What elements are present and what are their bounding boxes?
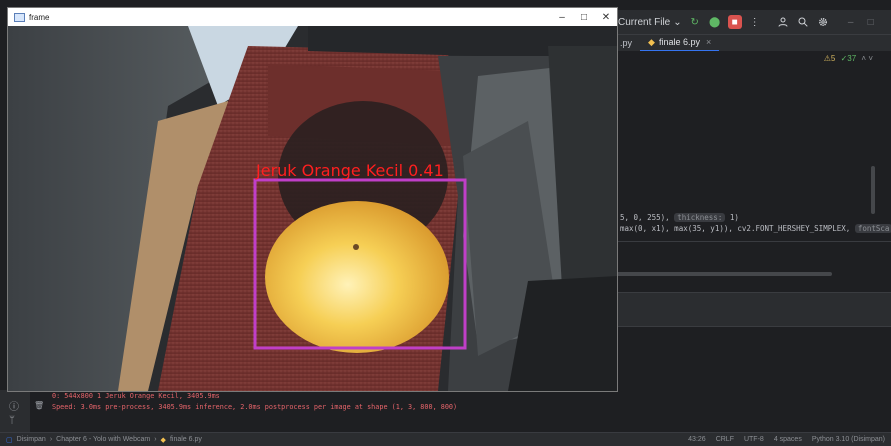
left-tool-strip: ⓘ ᛘ — [0, 390, 30, 432]
window-minimize-icon[interactable]: – — [844, 15, 858, 29]
line-separator[interactable]: CRLF — [716, 436, 734, 443]
tab-finale-6[interactable]: ◆ finale 6.py × — [640, 34, 720, 52]
python-file-icon: ◆ — [648, 36, 655, 47]
caret-position[interactable]: 43:26 — [688, 436, 706, 443]
breadcrumb-item[interactable]: finale 6.py — [170, 436, 202, 443]
warning-count: ⚠5 — [823, 54, 836, 63]
inlay-hint: thickness: — [674, 213, 726, 222]
status-widgets: 43:26 CRLF UTF-8 4 spaces Python 3.10 (D… — [688, 436, 885, 443]
rerun-icon[interactable]: ↻ — [688, 15, 702, 29]
inlay-hint: fontSca — [854, 224, 891, 233]
minimize-button[interactable]: – — [551, 12, 573, 23]
code-text: 1) — [729, 213, 739, 222]
window-maximize-icon[interactable]: □ — [864, 15, 878, 29]
python-file-icon: ◆ — [160, 436, 166, 444]
run-config-label: Current File — [618, 16, 671, 28]
ide-toolbar: Current File ⌄ ↻ ⬤ ■ ⋮ – □ — [612, 10, 891, 34]
chevron-down-icon: ⌄ — [673, 16, 682, 28]
problems-icon[interactable]: ⓘ — [9, 398, 19, 413]
breadcrumb-item[interactable]: Chapter 6 - Yolo with Webcam — [56, 436, 150, 443]
run-panel-toolbar — [612, 310, 891, 327]
code-editor[interactable]: ⚠5 ✓37 ˄ ˅ 5, 0, 255), thickness: 1) max… — [612, 51, 891, 276]
code-text: 5, 0, 255), — [620, 213, 670, 222]
user-icon[interactable] — [776, 15, 790, 29]
run-panel-header — [612, 292, 891, 311]
chevron-right-icon: › — [49, 436, 53, 443]
indent-setting[interactable]: 4 spaces — [774, 436, 802, 443]
chevron-right-icon: › — [154, 436, 157, 443]
window-controls: – □ ✕ — [551, 12, 617, 23]
more-actions-icon[interactable]: ⋮ — [748, 15, 762, 29]
editor-vertical-scrollbar[interactable] — [871, 166, 875, 214]
inspection-widget[interactable]: ⚠5 ✓37 ˄ ˅ — [824, 54, 873, 63]
console-gutter: 🗑 — [34, 390, 46, 432]
breadcrumb-item[interactable]: Disimpan — [17, 436, 46, 443]
console-output: 0: 544x800 1 Jeruk Orange Kecil, 3405.9m… — [52, 391, 457, 413]
stop-icon[interactable]: ■ — [727, 15, 742, 29]
console-line: 0: 544x800 1 Jeruk Orange Kecil, 3405.9m… — [52, 392, 220, 400]
file-encoding[interactable]: UTF-8 — [744, 436, 764, 443]
close-icon[interactable]: × — [706, 37, 711, 47]
tab-label: .py — [620, 38, 633, 48]
run-config-selector[interactable]: Current File ⌄ — [618, 17, 682, 28]
webcam-image: Jeruk Orange Kecil 0.41 — [8, 26, 617, 391]
tab-label: finale 6.py — [658, 37, 700, 47]
module-icon: ▢ — [6, 436, 13, 444]
maximize-button[interactable]: □ — [573, 12, 595, 23]
code-text: max(0, x1), max(35, y1)), cv2.FONT_HERSH… — [620, 224, 851, 233]
debug-icon[interactable]: ⬤ — [708, 15, 722, 29]
python-interpreter[interactable]: Python 3.10 (Disimpan) — [812, 436, 885, 443]
frame-title: frame — [29, 12, 50, 22]
status-bar: ▢ Disimpan › Chapter 6 - Yolo with Webca… — [0, 432, 891, 446]
code-line: 5, 0, 255), thickness: 1) — [620, 213, 739, 222]
close-button[interactable]: ✕ — [595, 12, 617, 23]
editor-tab-bar: .py ◆ finale 6.py × — [612, 34, 891, 52]
code-line: max(0, x1), max(35, y1)), cv2.FONT_HERSH… — [620, 224, 891, 233]
webcam-feed: Jeruk Orange Kecil 0.41 — [8, 26, 617, 391]
frame-window: frame – □ ✕ Jeruk Orange Kecil 0.41 — [8, 8, 617, 391]
breadcrumb: ▢ Disimpan › Chapter 6 - Yolo with Webca… — [6, 436, 202, 444]
search-icon[interactable] — [796, 15, 810, 29]
check-count: ✓37 — [840, 54, 857, 63]
gear-icon[interactable] — [816, 15, 830, 29]
git-branch-icon[interactable]: ᛘ — [9, 415, 15, 426]
detection-label: Jeruk Orange Kecil 0.41 — [255, 161, 444, 180]
chevron-up-icon[interactable]: ˄ — [861, 54, 866, 63]
editor-horizontal-scrollbar[interactable] — [612, 272, 832, 276]
chevron-down-icon[interactable]: ˅ — [868, 54, 873, 63]
frame-titlebar[interactable]: frame – □ ✕ — [8, 8, 617, 26]
window-app-icon — [14, 12, 25, 22]
editor-divider — [612, 241, 891, 242]
trash-icon[interactable]: 🗑 — [34, 401, 44, 410]
console-line: Speed: 3.0ms pre-process, 3405.9ms infer… — [52, 403, 458, 411]
